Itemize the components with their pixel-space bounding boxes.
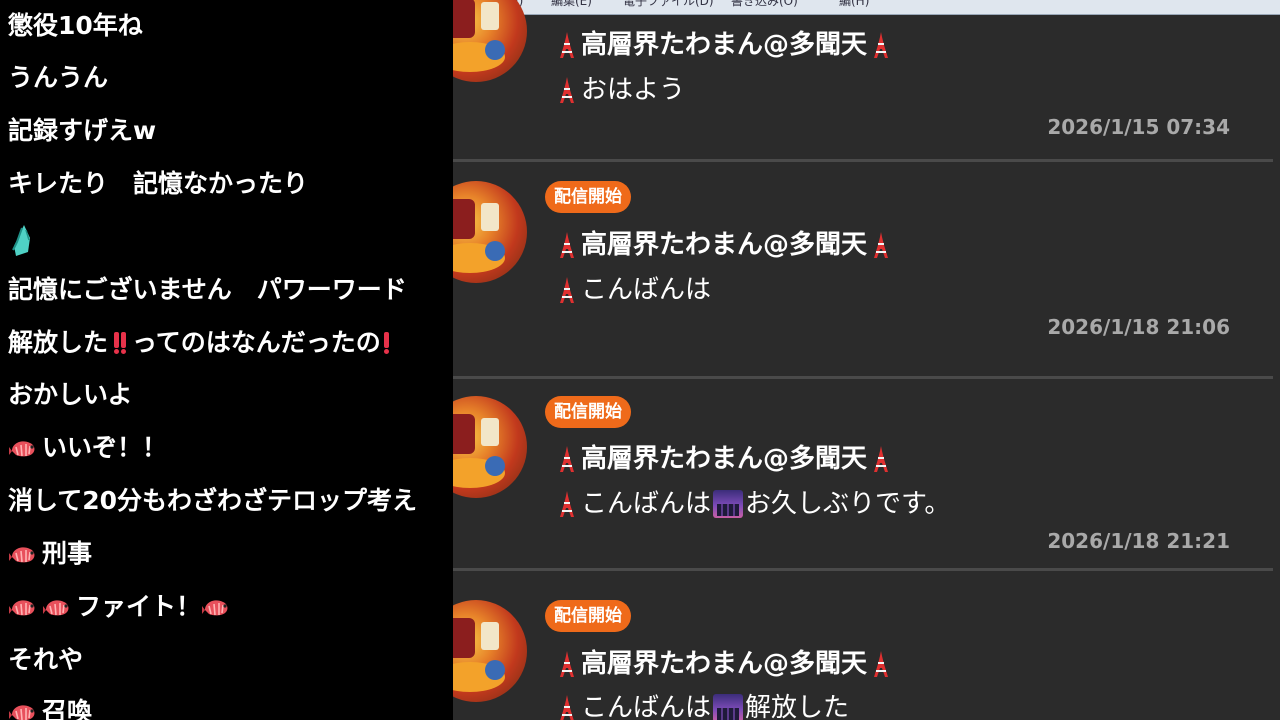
screen: 懲役10年ね うんうん記録すげえw キレたり 記憶なかったり記憶にございません パワ…: [0, 0, 1280, 720]
menu-item[interactable]: 編集(E): [551, 0, 592, 9]
chat-comment: 消して20分もわざわざテロップ考え: [8, 481, 417, 521]
comment-text: おかしいよ: [8, 380, 133, 409]
avatar[interactable]: [453, 0, 527, 82]
poster-name-text: 高層界たわまん@多聞天: [581, 230, 868, 260]
avatar[interactable]: [453, 396, 527, 498]
post-divider: [453, 376, 1273, 379]
message-text: こんばんは: [581, 693, 712, 720]
shrimp-icon: [201, 594, 231, 620]
message-text: お久しぶりです。: [745, 489, 951, 519]
tokyo-tower-icon: [556, 231, 578, 259]
poster-name: 高層界たわまん@多聞天: [553, 441, 895, 477]
tokyo-tower-icon: [556, 76, 578, 104]
tokyo-tower-icon: [556, 31, 578, 59]
comment-text: ファイト！: [76, 592, 202, 621]
chat-comment: [8, 220, 40, 260]
avatar[interactable]: [453, 181, 527, 283]
poster-name: 高層界たわまん@多聞天: [553, 27, 895, 63]
post-panel: ファイル(F)編集(E)電子ファイル(D)書き込み(O)編(H) 高層界たわまん…: [453, 0, 1280, 720]
chat-comment: 記憶にございません パワーワード: [8, 270, 407, 310]
chat-comment: キレたり 記憶なかったり: [8, 164, 308, 204]
tokyo-tower-icon: [556, 694, 578, 720]
chat-comment: 解放した ってのはなんだったの: [8, 323, 391, 363]
tokyo-tower-icon: [556, 445, 578, 473]
post-message: こんばんは: [553, 272, 711, 308]
message-text: 解放した: [745, 693, 850, 720]
message-text: こんばんは: [581, 489, 712, 519]
praying-hands-icon: [8, 222, 40, 258]
message-text: おはよう: [581, 75, 686, 105]
tokyo-tower-icon: [870, 650, 892, 678]
night-city-icon: [713, 490, 744, 518]
post-message: おはよう: [553, 72, 685, 108]
chat-comment: ファイト！: [8, 587, 235, 627]
comment-text: 刑事: [42, 539, 93, 568]
tokyo-tower-icon: [870, 31, 892, 59]
menu-item[interactable]: 電子ファイル(D): [623, 0, 714, 9]
stream-start-badge: 配信開始: [545, 181, 631, 213]
stream-start-badge: 配信開始: [545, 600, 631, 632]
poster-name: 高層界たわまん@多聞天: [553, 646, 895, 682]
post-message: こんばんは お久しぶりです。: [553, 486, 950, 522]
comment-text: ってのはなんだったの: [132, 328, 381, 357]
chat-comment: 懲役10年ね: [8, 6, 143, 46]
chat-comment: 召喚: [8, 692, 92, 720]
post-timestamp: 2026/1/18 21:21: [1047, 529, 1230, 553]
poster-name: 高層界たわまん@多聞天: [553, 227, 895, 263]
shrimp-icon: [42, 594, 72, 620]
comment-stream: 懲役10年ね うんうん記録すげえw キレたり 記憶なかったり記憶にございません パワ…: [0, 0, 453, 720]
shrimp-icon: [8, 594, 38, 620]
shrimp-icon: [8, 541, 38, 567]
chat-comment: いいぞ！！: [8, 428, 167, 468]
post-timestamp: 2026/1/18 21:06: [1047, 315, 1230, 339]
tokyo-tower-icon: [556, 490, 578, 518]
message-text: こんばんは: [581, 275, 712, 305]
menu-item[interactable]: 編(H): [839, 0, 869, 9]
comment-text: 懲役10年ね: [8, 11, 143, 40]
menu-bar: ファイル(F)編集(E)電子ファイル(D)書き込み(O)編(H): [453, 0, 1280, 15]
tokyo-tower-icon: [556, 276, 578, 304]
comment-text: キレたり 記憶なかったり: [8, 169, 309, 198]
post-message: こんばんは 解放した: [553, 690, 849, 720]
chat-comment: うんうん: [8, 58, 108, 98]
tokyo-tower-icon: [870, 231, 892, 259]
comment-text: 召喚: [42, 697, 93, 720]
night-city-icon: [713, 694, 744, 720]
post-timestamp: 2026/1/15 07:34: [1047, 115, 1230, 139]
poster-name-text: 高層界たわまん@多聞天: [581, 30, 868, 60]
chat-comment: 記録すげえw: [8, 111, 156, 151]
exclamation-icon: [383, 330, 391, 356]
stream-start-badge: 配信開始: [545, 396, 631, 428]
chat-comment: おかしいよ: [8, 375, 133, 415]
comment-text: 消して20分もわざわざテロップ考え: [8, 486, 418, 515]
tokyo-tower-icon: [870, 445, 892, 473]
poster-name-text: 高層界たわまん@多聞天: [581, 444, 868, 474]
post-divider: [453, 159, 1273, 162]
shrimp-icon: [8, 699, 38, 720]
shrimp-icon: [8, 435, 38, 461]
post-divider: [453, 568, 1273, 571]
comment-text: うんうん: [8, 63, 109, 92]
avatar[interactable]: [453, 600, 527, 702]
comment-text: 記憶にございません パワーワード: [8, 275, 407, 304]
comment-text: いいぞ！！: [42, 433, 168, 462]
tokyo-tower-icon: [556, 650, 578, 678]
poster-name-text: 高層界たわまん@多聞天: [581, 649, 868, 679]
chat-comment: 刑事: [8, 534, 92, 574]
chat-comment: それや: [8, 640, 83, 680]
comment-text: 記録すげえw: [8, 116, 157, 145]
double-exclamation-icon: [112, 330, 128, 356]
comment-text: それや: [8, 645, 84, 674]
comment-text: 解放した: [8, 328, 109, 357]
menu-item[interactable]: 書き込み(O): [731, 0, 798, 9]
